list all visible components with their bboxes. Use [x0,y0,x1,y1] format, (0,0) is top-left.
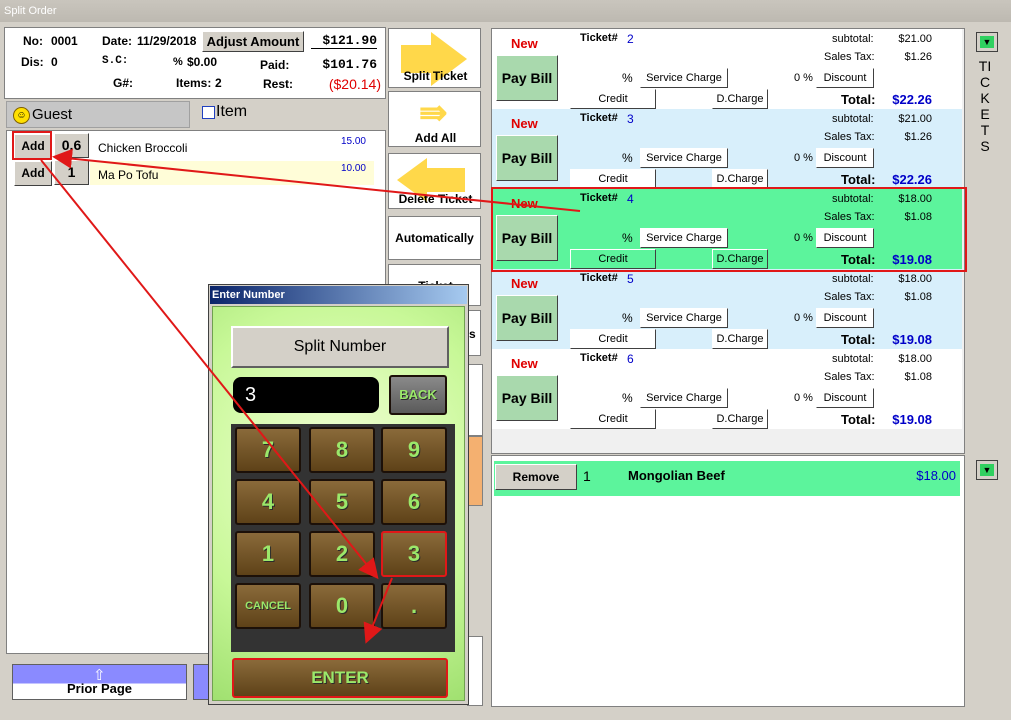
add-button-highlight [12,131,52,160]
arrow-add-to-key3 [40,159,379,580]
annotation-arrows [12,131,581,644]
arrow-key3-to-enter [363,577,393,644]
arrow-ticket-to-add [52,148,581,212]
